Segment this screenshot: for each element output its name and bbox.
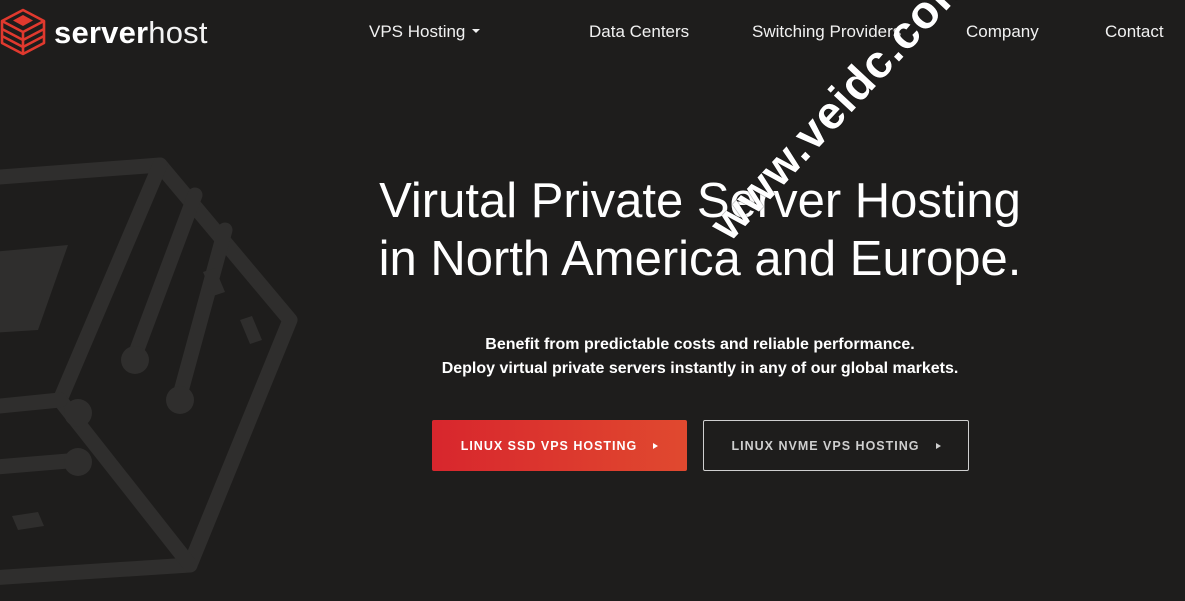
stacked-server-cube-icon bbox=[0, 8, 46, 56]
background-server-graphic bbox=[0, 157, 298, 585]
linux-nvme-vps-hosting-button[interactable]: LINUX NVME VPS HOSTING bbox=[703, 420, 969, 471]
triangle-right-icon bbox=[653, 442, 659, 449]
hero-subtitle-line-1: Benefit from predictable costs and relia… bbox=[485, 336, 915, 353]
hero-title: Virutal Private Server Hosting in North … bbox=[300, 172, 1100, 288]
hero-subtitle: Benefit from predictable costs and relia… bbox=[300, 333, 1100, 381]
nav-vps-hosting-label: VPS Hosting bbox=[369, 22, 466, 41]
brand-name-light: host bbox=[148, 14, 208, 50]
brand-logo[interactable]: serverhost bbox=[0, 8, 208, 56]
primary-button-label: LINUX SSD VPS HOSTING bbox=[460, 438, 638, 453]
nav-contact[interactable]: Contact bbox=[1105, 22, 1164, 42]
hero-title-line-2: in North America and Europe. bbox=[378, 232, 1022, 286]
top-navbar: serverhost VPS Hosting Data Centers Swit… bbox=[0, 0, 1185, 66]
nav-data-centers[interactable]: Data Centers bbox=[589, 22, 689, 42]
linux-ssd-vps-hosting-button[interactable]: LINUX SSD VPS HOSTING bbox=[432, 420, 687, 471]
triangle-right-icon bbox=[935, 442, 941, 449]
brand-name-bold: server bbox=[54, 14, 149, 50]
brand-name: serverhost bbox=[54, 17, 208, 48]
nav-vps-hosting[interactable]: VPS Hosting bbox=[369, 22, 481, 42]
hero-subtitle-line-2: Deploy virtual private servers instantly… bbox=[441, 360, 959, 377]
secondary-button-label: LINUX NVME VPS HOSTING bbox=[731, 438, 920, 453]
chevron-down-icon bbox=[472, 28, 481, 33]
nav-company[interactable]: Company bbox=[966, 22, 1039, 42]
hero-title-line-1: Virutal Private Server Hosting bbox=[379, 174, 1021, 228]
